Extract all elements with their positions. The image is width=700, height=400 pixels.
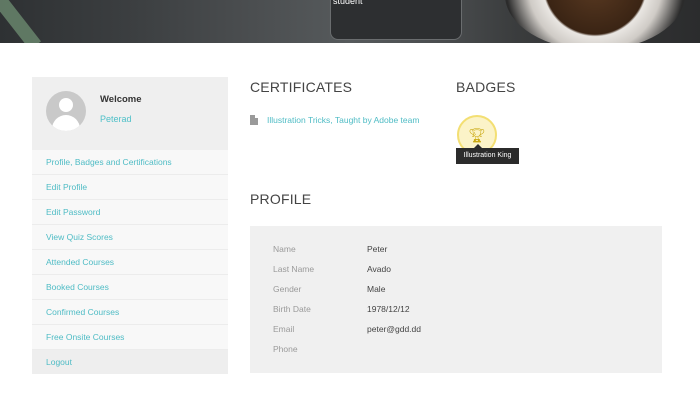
sidebar-item-booked-courses[interactable]: Booked Courses: [32, 275, 228, 300]
field-value: 1978/12/12: [367, 304, 410, 314]
hero-banner: student: [0, 0, 700, 43]
field-label: Birth Date: [273, 304, 311, 314]
username-link[interactable]: Peterad: [100, 114, 132, 124]
pen-image: [0, 0, 41, 43]
field-label: Last Name: [273, 264, 315, 274]
field-value: peter@gdd.dd: [367, 324, 422, 334]
field-label: Name: [273, 244, 296, 254]
sidebar-item-profile-badges-certifications[interactable]: Profile, Badges and Certifications: [32, 150, 228, 175]
badge-tooltip: Illustration King: [456, 144, 519, 164]
coffee-cup-image: [505, 0, 685, 43]
certificate-item: Illustration Tricks, Taught by Adobe tea…: [250, 115, 419, 125]
avatar-icon: [46, 91, 86, 131]
sidebar-item-attended-courses[interactable]: Attended Courses: [32, 250, 228, 275]
badges-heading: BADGES: [456, 79, 516, 95]
field-value: Male: [367, 284, 386, 294]
sidebar-item-logout[interactable]: Logout: [32, 350, 228, 374]
sidebar-item-edit-password[interactable]: Edit Password: [32, 200, 228, 225]
document-icon: [250, 115, 258, 125]
hero-caption: student: [333, 0, 363, 6]
profile-panel: Name Peter Last Name Avado Gender Male B…: [250, 226, 662, 373]
field-value: Peter: [367, 244, 388, 254]
certificate-link[interactable]: Illustration Tricks, Taught by Adobe tea…: [267, 115, 419, 125]
sidebar-item-view-quiz-scores[interactable]: View Quiz Scores: [32, 225, 228, 250]
sidebar-menu: Profile, Badges and Certifications Edit …: [32, 150, 228, 374]
field-label: Gender: [273, 284, 302, 294]
trophy-icon: 🏆︎: [468, 127, 486, 143]
profile-card: Welcome Peterad: [32, 77, 228, 150]
profile-heading: PROFILE: [250, 191, 312, 207]
sidebar-item-edit-profile[interactable]: Edit Profile: [32, 175, 228, 200]
avatar-body: [52, 115, 80, 131]
welcome-text: Welcome: [100, 94, 142, 105]
sidebar: Welcome Peterad Profile, Badges and Cert…: [32, 77, 228, 374]
sidebar-item-free-onsite-courses[interactable]: Free Onsite Courses: [32, 325, 228, 350]
field-value: Avado: [367, 264, 391, 274]
tablet-image: [330, 0, 462, 40]
field-label: Phone: [273, 344, 298, 354]
avatar-head: [59, 98, 73, 112]
field-label: Email: [273, 324, 295, 334]
sidebar-item-confirmed-courses[interactable]: Confirmed Courses: [32, 300, 228, 325]
certificates-heading: CERTIFICATES: [250, 79, 353, 95]
